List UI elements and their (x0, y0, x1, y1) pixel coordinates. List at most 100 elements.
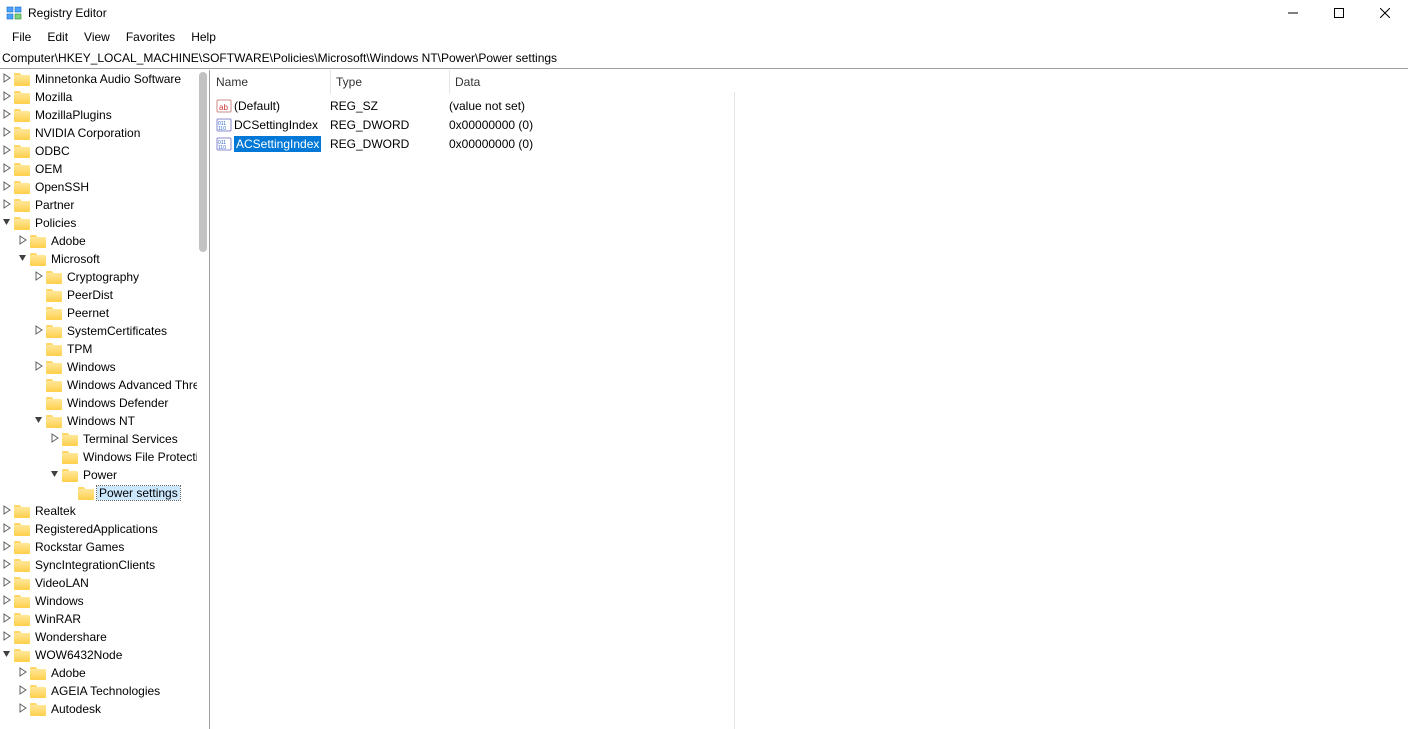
tree-node[interactable]: Power settings (0, 484, 197, 502)
menu-bar: FileEditViewFavoritesHelp (0, 26, 1408, 48)
expand-collapsed-icon[interactable] (32, 415, 46, 427)
tree-node[interactable]: Terminal Services (0, 430, 197, 448)
tree-scrollbar-thumb[interactable] (199, 72, 207, 252)
expand-icon[interactable] (0, 91, 14, 103)
tree-node-label: Terminal Services (81, 432, 180, 446)
tree-node[interactable]: Peernet (0, 304, 197, 322)
tree-node-label: Mozilla (33, 90, 74, 104)
tree-node[interactable]: MozillaPlugins (0, 106, 197, 124)
tree-node[interactable]: OpenSSH (0, 178, 197, 196)
tree-node[interactable]: Windows File Protection (0, 448, 197, 466)
tree-node[interactable]: SyncIntegrationClients (0, 556, 197, 574)
minimize-button[interactable] (1270, 0, 1316, 26)
menu-edit[interactable]: Edit (39, 28, 76, 46)
expand-icon[interactable] (48, 433, 62, 445)
expand-icon[interactable] (0, 199, 14, 211)
expand-icon[interactable] (32, 325, 46, 337)
expand-icon[interactable] (32, 271, 46, 283)
folder-icon (14, 199, 30, 212)
tree-node-label: Windows File Protection (81, 450, 197, 464)
tree-node[interactable]: ODBC (0, 142, 197, 160)
tree-node[interactable]: OEM (0, 160, 197, 178)
tree-node[interactable]: SystemCertificates (0, 322, 197, 340)
tree-node-label: Cryptography (65, 270, 141, 284)
menu-view[interactable]: View (76, 28, 118, 46)
tree-node[interactable]: Mozilla (0, 88, 197, 106)
tree-node[interactable]: Partner (0, 196, 197, 214)
tree-node[interactable]: Adobe (0, 232, 197, 250)
menu-help[interactable]: Help (183, 28, 224, 46)
tree-node[interactable]: AGEIA Technologies (0, 682, 197, 700)
tree-node[interactable]: TPM (0, 340, 197, 358)
expand-collapsed-icon[interactable] (16, 253, 30, 265)
expand-icon[interactable] (16, 235, 30, 247)
tree-node[interactable]: Microsoft (0, 250, 197, 268)
expand-icon[interactable] (0, 595, 14, 607)
expand-icon[interactable] (32, 361, 46, 373)
expand-icon[interactable] (0, 73, 14, 85)
maximize-button[interactable] (1316, 0, 1362, 26)
column-type[interactable]: Type (330, 75, 449, 89)
column-divider[interactable] (330, 70, 331, 94)
expand-icon[interactable] (0, 145, 14, 157)
expand-icon[interactable] (0, 631, 14, 643)
tree-node[interactable]: Adobe (0, 664, 197, 682)
close-button[interactable] (1362, 0, 1408, 26)
tree-node[interactable]: WOW6432Node (0, 646, 197, 664)
tree-node[interactable]: WinRAR (0, 610, 197, 628)
tree-node[interactable]: Realtek (0, 502, 197, 520)
tree-node[interactable]: Autodesk (0, 700, 197, 718)
expand-icon[interactable] (16, 703, 30, 715)
expand-icon[interactable] (0, 577, 14, 589)
tree-node[interactable]: Windows Advanced Threat Protection (0, 376, 197, 394)
address-bar[interactable]: Computer\HKEY_LOCAL_MACHINE\SOFTWARE\Pol… (0, 48, 1408, 69)
tree-pane[interactable]: Minnetonka Audio Software Mozilla MozillaP… (0, 70, 210, 729)
value-name: ACSettingIndex (234, 136, 330, 152)
value-data: (value not set) (449, 99, 1408, 113)
expand-collapsed-icon[interactable] (0, 217, 14, 229)
expand-icon[interactable] (0, 541, 14, 553)
tree-node-label: Windows (33, 594, 86, 608)
tree-node[interactable]: Power (0, 466, 197, 484)
tree-node[interactable]: VideoLAN (0, 574, 197, 592)
tree-node[interactable]: Wondershare (0, 628, 197, 646)
expand-icon[interactable] (16, 685, 30, 697)
expand-icon[interactable] (0, 163, 14, 175)
expand-icon[interactable] (0, 127, 14, 139)
expand-icon[interactable] (0, 181, 14, 193)
folder-icon (14, 631, 30, 644)
column-name[interactable]: Name (210, 75, 330, 89)
list-row[interactable]: 011110DCSettingIndexREG_DWORD0x00000000 … (210, 115, 1408, 134)
tree-node[interactable]: Minnetonka Audio Software (0, 70, 197, 88)
column-data[interactable]: Data (449, 75, 1408, 89)
tree-node[interactable]: Cryptography (0, 268, 197, 286)
folder-icon (14, 145, 30, 158)
tree-scrollbar[interactable] (197, 71, 209, 271)
expand-icon[interactable] (0, 109, 14, 121)
expand-icon[interactable] (16, 667, 30, 679)
menu-favorites[interactable]: Favorites (118, 28, 183, 46)
tree-node[interactable]: Windows (0, 592, 197, 610)
expand-collapsed-icon[interactable] (0, 649, 14, 661)
tree-node[interactable]: NVIDIA Corporation (0, 124, 197, 142)
tree-node[interactable]: Windows NT (0, 412, 197, 430)
tree-node[interactable]: RegisteredApplications (0, 520, 197, 538)
tree-node[interactable]: Policies (0, 214, 197, 232)
expand-icon[interactable] (0, 523, 14, 535)
tree-node-label: MozillaPlugins (33, 108, 114, 122)
expand-collapsed-icon[interactable] (48, 469, 62, 481)
expand-icon[interactable] (0, 559, 14, 571)
expand-icon[interactable] (0, 613, 14, 625)
list-pane[interactable]: Name Type Data ab(Default)REG_SZ(value n… (210, 70, 1408, 729)
tree-node[interactable]: Rockstar Games (0, 538, 197, 556)
tree-node[interactable]: Windows (0, 358, 197, 376)
folder-icon (30, 703, 46, 716)
tree-node[interactable]: PeerDist (0, 286, 197, 304)
list-row[interactable]: ab(Default)REG_SZ(value not set) (210, 96, 1408, 115)
rename-input[interactable]: ACSettingIndex (234, 136, 321, 152)
tree-node[interactable]: Windows Defender (0, 394, 197, 412)
expand-icon[interactable] (0, 505, 14, 517)
column-divider[interactable] (449, 70, 450, 94)
menu-file[interactable]: File (4, 28, 39, 46)
list-row[interactable]: 011110ACSettingIndexREG_DWORD0x00000000 … (210, 134, 1408, 153)
